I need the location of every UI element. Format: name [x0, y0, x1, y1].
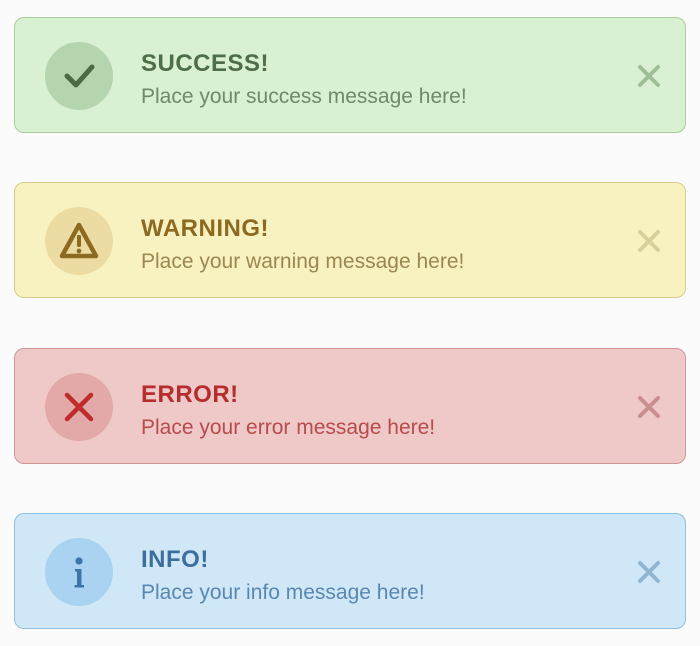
warning-message: Place your warning message here!: [141, 250, 465, 273]
success-title: SUCCESS!: [141, 50, 270, 77]
success-message: Place your success message here!: [141, 85, 467, 108]
warning-triangle-icon: [45, 207, 113, 275]
close-icon: [638, 65, 660, 87]
error-close-button[interactable]: [635, 393, 663, 421]
error-alert: ERROR! Place your error message here!: [14, 348, 686, 464]
x-icon: [45, 373, 113, 441]
info-title: INFO!: [141, 546, 209, 573]
close-icon: [638, 230, 660, 252]
info-alert: INFO! Place your info message here!: [14, 513, 686, 629]
warning-close-button[interactable]: [635, 227, 663, 255]
error-title: ERROR!: [141, 381, 239, 408]
success-alert: SUCCESS! Place your success message here…: [14, 17, 686, 133]
close-icon: [638, 396, 660, 418]
close-icon: [638, 561, 660, 583]
warning-alert: WARNING! Place your warning message here…: [14, 182, 686, 298]
info-close-button[interactable]: [635, 558, 663, 586]
warning-title: WARNING!: [141, 215, 269, 242]
success-close-button[interactable]: [635, 62, 663, 90]
check-icon: [45, 42, 113, 110]
error-message: Place your error message here!: [141, 416, 436, 439]
info-icon: [45, 538, 113, 606]
info-message: Place your info message here!: [141, 581, 425, 604]
